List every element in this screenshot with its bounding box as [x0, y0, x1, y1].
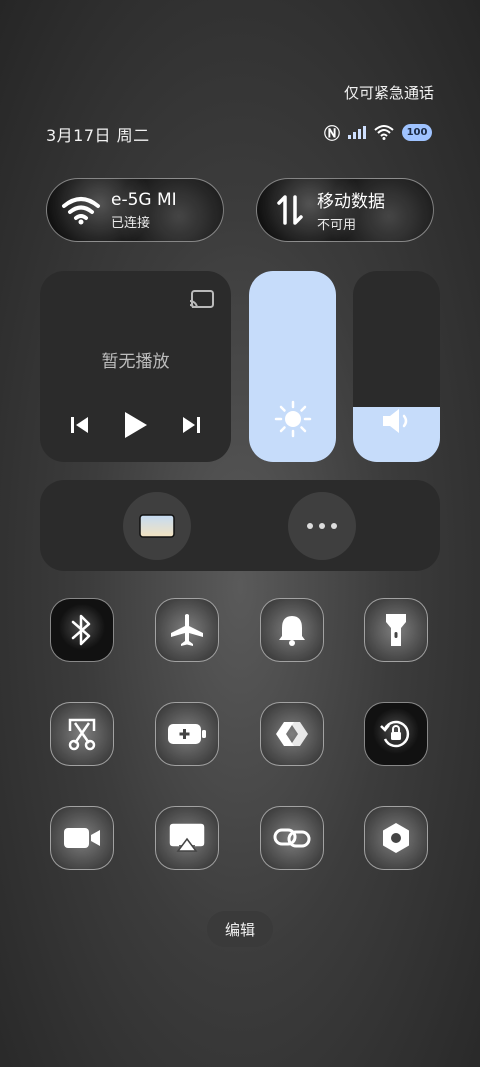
screen-device-button[interactable]: [123, 492, 191, 560]
mobile-data-pill[interactable]: 移动数据 不可用: [256, 178, 434, 242]
settings-toggle[interactable]: [364, 806, 428, 870]
next-track-icon[interactable]: [180, 414, 202, 436]
emergency-call-text: 仅可紧急通话: [343, 84, 434, 102]
screenshot-scissors-icon: [68, 718, 96, 751]
airplane-icon: [171, 614, 203, 646]
screen-record-icon: [64, 828, 100, 848]
screen-cast-icon: [169, 823, 205, 852]
media-status-text: 暂无播放: [101, 352, 170, 372]
status-icons: Ⓝ 100: [324, 120, 432, 144]
display-icon: [139, 514, 175, 538]
nfc-icon: Ⓝ: [323, 124, 340, 143]
link-toggle[interactable]: [260, 806, 324, 870]
battery-icon: 100: [402, 123, 432, 141]
wifi-toggle-pill[interactable]: e-5G MI 已连接: [46, 178, 224, 242]
screenshot-toggle[interactable]: [50, 702, 114, 766]
signal-icon: [348, 125, 366, 139]
mobile-data-title: 移动数据: [317, 192, 385, 212]
settings-hex-icon: [383, 823, 409, 853]
data-arrows-icon: [277, 195, 303, 225]
mobile-data-status: 不可用: [317, 218, 357, 233]
wifi-network-name: e-5G MI: [111, 189, 177, 210]
edit-button[interactable]: 编辑: [207, 911, 273, 947]
brightness-slider[interactable]: [249, 271, 336, 462]
more-button[interactable]: [288, 492, 356, 560]
ring-mode-toggle[interactable]: [260, 598, 324, 662]
nearby-share-toggle[interactable]: [260, 702, 324, 766]
device-controls-row: [40, 480, 440, 571]
link-icon: [273, 828, 311, 848]
flashlight-toggle[interactable]: [364, 598, 428, 662]
bluetooth-icon: [71, 614, 91, 646]
wifi-status-icon: [374, 125, 394, 140]
battery-saver-toggle[interactable]: [155, 702, 219, 766]
bell-icon: [279, 616, 305, 646]
speaker-icon: [353, 406, 440, 436]
screen-cast-toggle[interactable]: [155, 806, 219, 870]
screen-record-toggle[interactable]: [50, 806, 114, 870]
flashlight-icon: [386, 614, 406, 646]
wifi-status: 已连接: [111, 215, 151, 231]
airplane-mode-toggle[interactable]: [155, 598, 219, 662]
sun-icon: [249, 400, 336, 438]
cast-icon[interactable]: [189, 289, 215, 311]
bluetooth-toggle[interactable]: [50, 598, 114, 662]
media-controls: [40, 410, 231, 440]
previous-track-icon[interactable]: [69, 414, 91, 436]
wifi-icon: [62, 197, 100, 225]
battery-saver-icon: [168, 724, 206, 744]
rotation-lock-icon: [380, 720, 410, 748]
rotation-lock-toggle[interactable]: [364, 702, 428, 766]
date-text: 3月17日 周二: [46, 126, 150, 145]
volume-slider[interactable]: [353, 271, 440, 462]
more-dots-icon: [307, 523, 337, 529]
nearby-share-icon: [276, 722, 308, 746]
play-icon[interactable]: [121, 410, 149, 440]
media-player-card[interactable]: 暂无播放: [40, 271, 231, 462]
